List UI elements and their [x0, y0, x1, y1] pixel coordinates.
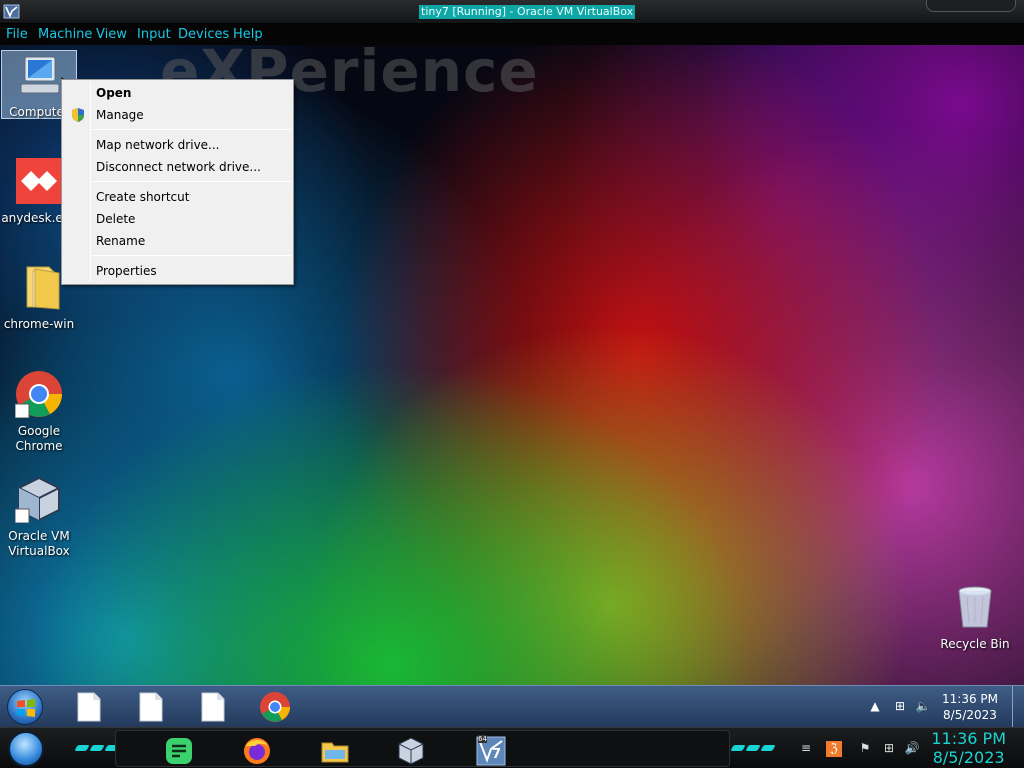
virtualbox-icon — [14, 476, 60, 524]
host-app-dock: 64 7 — [115, 730, 730, 767]
tray-expand-icon[interactable]: ▲ — [867, 699, 883, 715]
desktop-icon-label: Oracle VM VirtualBox — [8, 529, 70, 558]
menu-separator — [92, 255, 291, 256]
menu-machine[interactable]: Machine — [38, 27, 92, 42]
menu-item-label: Manage — [96, 108, 144, 122]
menu-help[interactable]: Help — [233, 27, 263, 42]
host-clock[interactable]: 11:36 PM 8/5/2023 — [931, 729, 1006, 767]
vm-badge-arch: 64 — [478, 735, 487, 743]
uac-shield-icon — [72, 108, 84, 122]
desktop-icon-label: Recycle Bin — [940, 637, 1010, 651]
network-icon[interactable]: ⊞ — [881, 741, 897, 757]
window-title: tiny7 [Running] - Oracle VM VirtualBox — [419, 5, 636, 19]
guest-date: 8/5/2023 — [943, 708, 997, 722]
show-desktop-button[interactable] — [1012, 686, 1024, 728]
desktop-icon-virtualbox[interactable]: Oracle VM VirtualBox — [1, 475, 77, 559]
chrome-icon — [14, 371, 62, 419]
taskbar-chrome-button[interactable] — [259, 690, 291, 724]
decor-lights — [730, 740, 777, 751]
start-button[interactable] — [7, 689, 43, 725]
menu-item-manage[interactable]: Manage — [64, 104, 291, 126]
menu-item-properties[interactable]: Properties — [64, 260, 291, 282]
anydesk-icon — [16, 158, 62, 204]
menu-devices[interactable]: Devices — [178, 27, 229, 42]
app-tray-icon[interactable]: ℨ — [826, 741, 842, 757]
taskbar-document-button[interactable] — [135, 690, 167, 724]
host-start-orb[interactable] — [8, 731, 44, 767]
menu-separator — [92, 181, 291, 182]
menu-input[interactable]: Input — [137, 27, 171, 42]
windows-logo-icon — [17, 699, 35, 717]
recycle-bin-icon — [958, 586, 992, 628]
taskbar-document-button[interactable] — [73, 690, 105, 724]
folder-icon — [26, 266, 60, 310]
notes-icon[interactable] — [164, 736, 194, 766]
virtualbox-icon[interactable] — [396, 736, 426, 766]
menu-item-delete[interactable]: Delete — [64, 208, 291, 230]
menu-file[interactable]: File — [6, 27, 28, 42]
host-date: 8/5/2023 — [932, 748, 1005, 767]
host-title-bar: tiny7 [Running] - Oracle VM VirtualBox — [0, 0, 1024, 24]
guest-clock[interactable]: 11:36 PM 8/5/2023 — [942, 691, 998, 723]
volume-icon[interactable]: 🔊 — [904, 741, 920, 757]
flag-icon[interactable]: ⚑ — [857, 741, 873, 757]
desktop-icon-recycle-bin[interactable]: Recycle Bin — [937, 583, 1013, 652]
guest-taskbar: ▲ ⊞ 🔈 11:36 PM 8/5/2023 — [0, 685, 1024, 728]
menu-view[interactable]: View — [96, 27, 127, 42]
volume-icon[interactable]: 🔈 — [915, 699, 931, 715]
host-menu-bar: File Machine View Input Devices Help — [0, 24, 1024, 45]
guest-time: 11:36 PM — [942, 692, 998, 706]
taskbar-document-button[interactable] — [197, 690, 229, 724]
menu-item-create-shortcut[interactable]: Create shortcut — [64, 186, 291, 208]
menu-separator — [92, 129, 291, 130]
title-decoration — [926, 0, 1016, 12]
context-menu: Open Manage Map network drive... Disconn… — [61, 79, 294, 285]
host-time: 11:36 PM — [931, 729, 1006, 748]
menu-item-map-network-drive[interactable]: Map network drive... — [64, 134, 291, 156]
menu-item-open[interactable]: Open — [64, 82, 291, 104]
network-icon[interactable]: ⊞ — [892, 699, 908, 715]
desktop-icon-google-chrome[interactable]: Google Chrome — [1, 370, 77, 454]
desktop-icon-label: chrome-win — [3, 317, 75, 331]
desktop-icon-label: Google Chrome — [15, 424, 63, 453]
host-taskbar: 64 7 ≡ ℨ ⚑ ⊞ 🔊 11:36 PM 8/5/2023 — [0, 727, 1024, 768]
vm-badge: 7 — [492, 747, 502, 762]
virtualbox-logo-icon — [3, 4, 20, 19]
file-explorer-icon[interactable] — [320, 736, 350, 766]
menu-item-rename[interactable]: Rename — [64, 230, 291, 252]
computer-icon — [20, 56, 60, 94]
firefox-icon[interactable] — [242, 736, 272, 766]
menu-lines-icon[interactable]: ≡ — [798, 741, 814, 757]
menu-item-disconnect-network-drive[interactable]: Disconnect network drive... — [64, 156, 291, 178]
